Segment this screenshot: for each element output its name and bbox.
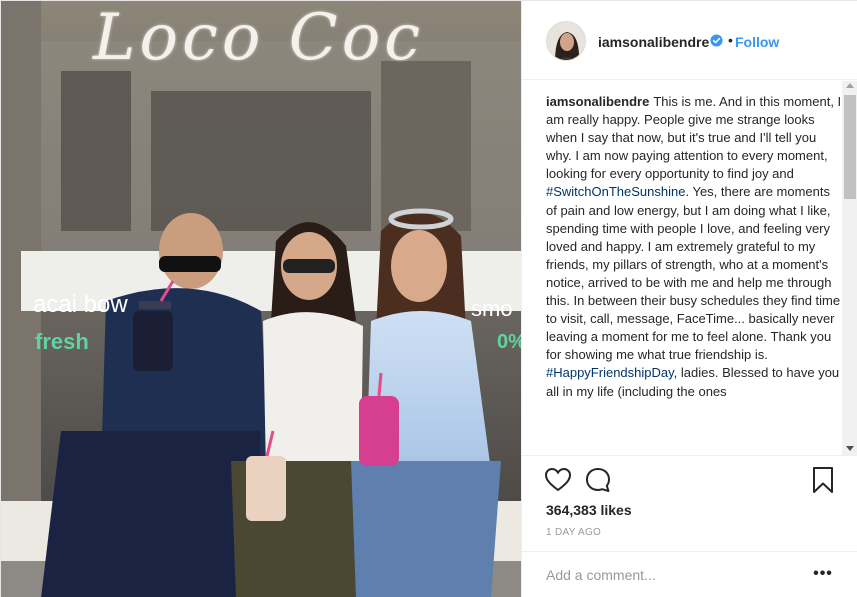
avatar-image: [547, 22, 585, 60]
bookmark-icon[interactable]: [810, 466, 836, 494]
likes-count[interactable]: 364,383 likes: [546, 502, 632, 518]
username-link[interactable]: iamsonalibendre: [598, 34, 709, 50]
scroll-up-arrow-icon[interactable]: [846, 83, 854, 88]
window-text-fresh: fresh: [35, 329, 89, 354]
shop-sign-text: Loco Coc: [93, 1, 425, 75]
scroll-down-arrow-icon[interactable]: [846, 446, 854, 451]
post-actions: 364,383 likes 1 DAY AGO: [522, 455, 857, 551]
post-timestamp[interactable]: 1 DAY AGO: [546, 527, 601, 538]
comment-input[interactable]: [546, 565, 806, 585]
post-sidebar: iamsonalibendre • Follow iamsonalibendre…: [521, 1, 857, 597]
scroll-thumb[interactable]: [844, 95, 856, 199]
caption-part-2: . Yes, there are moments of pain and low…: [546, 184, 841, 363]
caption-scrollbar[interactable]: [842, 81, 857, 455]
window-text-percent: 0%: [497, 331, 521, 353]
post-photo[interactable]: Loco Coc acai bow fresh smo 0%: [1, 1, 521, 597]
verified-badge-icon: [710, 34, 723, 47]
avatar[interactable]: [546, 21, 586, 61]
separator-dot: •: [728, 32, 733, 48]
hashtag-happy-friendship-day[interactable]: #HappyFriendshipDay: [546, 365, 674, 380]
post-header: iamsonalibendre • Follow: [522, 1, 857, 80]
caption-username[interactable]: iamsonalibendre: [546, 94, 649, 109]
more-options-icon[interactable]: •••: [810, 564, 836, 584]
hashtag-switch-on-the-sunshine[interactable]: #SwitchOnTheSunshine: [546, 184, 685, 199]
heart-icon[interactable]: [544, 466, 572, 494]
caption-area[interactable]: iamsonalibendre This is me. And in this m…: [522, 81, 857, 455]
comment-icon[interactable]: [584, 466, 612, 494]
caption-text: iamsonalibendre This is me. And in this m…: [546, 93, 842, 401]
comment-box: •••: [522, 551, 857, 597]
window-text-acai: acai bow: [33, 291, 128, 318]
instagram-post: Loco Coc acai bow fresh smo 0% iamsonali…: [0, 0, 857, 597]
follow-button[interactable]: Follow: [735, 34, 779, 50]
window-text-smoothie: smo: [471, 296, 513, 321]
